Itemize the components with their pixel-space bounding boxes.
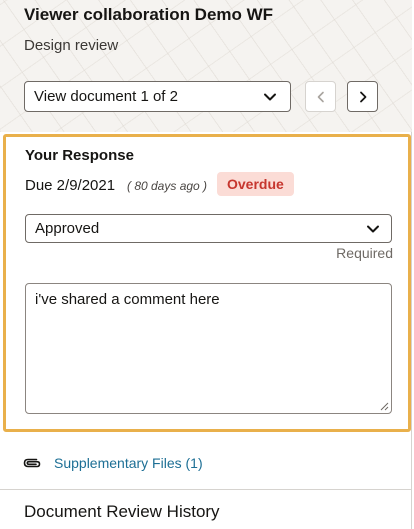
due-date: Due 2/9/2021 xyxy=(25,177,116,194)
document-selector-value: View document 1 of 2 xyxy=(34,88,178,105)
document-selector[interactable]: View document 1 of 2 xyxy=(24,81,291,112)
resize-handle-icon[interactable] xyxy=(380,402,389,411)
chevron-right-icon xyxy=(359,91,366,102)
page-subtitle: Design review xyxy=(24,37,119,54)
overdue-badge: Overdue xyxy=(217,172,294,196)
your-response-section: Your Response Due 2/9/2021 ( 80 days ago… xyxy=(3,134,411,432)
required-label: Required xyxy=(336,245,393,261)
decision-select-value: Approved xyxy=(35,220,100,237)
supplementary-files-link[interactable]: Supplementary Files (1) xyxy=(54,455,203,471)
page-title: Viewer collaboration Demo WF xyxy=(24,5,274,24)
previous-document-button[interactable] xyxy=(305,81,336,112)
chevron-left-icon xyxy=(317,91,324,102)
days-ago-text: ( 80 days ago ) xyxy=(127,179,208,193)
chevron-down-icon xyxy=(367,225,379,232)
task-header: Viewer collaboration Demo WF Design revi… xyxy=(0,0,412,132)
decision-select[interactable]: Approved xyxy=(25,214,392,243)
next-document-button[interactable] xyxy=(347,81,378,112)
paperclip-icon xyxy=(23,458,41,468)
review-panel: Viewer collaboration Demo WF Design revi… xyxy=(0,0,412,529)
response-heading: Your Response xyxy=(25,147,134,164)
comment-text: i've shared a comment here xyxy=(35,291,220,308)
chevron-down-icon xyxy=(264,93,276,100)
comment-textarea[interactable]: i've shared a comment here xyxy=(25,283,392,414)
document-review-history-heading[interactable]: Document Review History xyxy=(24,502,220,522)
supplementary-files-row[interactable]: Supplementary Files (1) xyxy=(0,436,412,490)
